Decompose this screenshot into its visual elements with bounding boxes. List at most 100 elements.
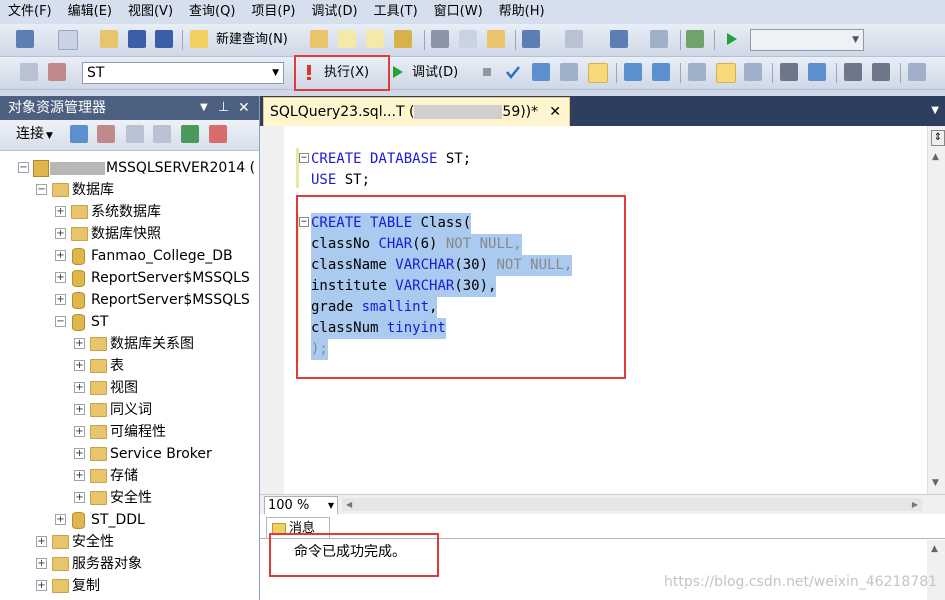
increase-indent-icon[interactable]	[872, 63, 890, 81]
parse-icon[interactable]	[504, 63, 522, 81]
scroll-up-icon[interactable]: ▲	[931, 544, 938, 554]
expand-icon[interactable]: +	[74, 382, 85, 393]
menu-query[interactable]: 查询(Q)	[181, 0, 243, 24]
cut-icon[interactable]	[431, 30, 449, 48]
auto-hide-pin-icon[interactable]: ⊥	[218, 96, 229, 120]
dmx-query-icon[interactable]	[366, 30, 384, 48]
expand-icon[interactable]: +	[74, 448, 85, 459]
cancel-execution-icon[interactable]	[478, 63, 496, 81]
menu-edit[interactable]: 编辑(E)	[60, 0, 120, 24]
tab-label: SQLQuery23.sql...T (59))*	[270, 98, 538, 126]
database-engine-query-icon[interactable]	[310, 30, 328, 48]
scroll-left-icon[interactable]: ◀	[346, 498, 352, 511]
scroll-up-icon[interactable]: ▲	[932, 152, 939, 162]
mdx-query-icon[interactable]	[338, 30, 356, 48]
undo-icon[interactable]	[522, 30, 540, 48]
tree-item-server[interactable]: − MSSQLSERVER2014 (	[0, 157, 259, 179]
expand-icon[interactable]: +	[36, 536, 47, 547]
activity-monitor-icon[interactable]	[209, 125, 227, 143]
scroll-down-icon[interactable]: ▼	[932, 478, 939, 488]
stop-icon[interactable]	[126, 125, 144, 143]
tab-sqlquery23[interactable]: SQLQuery23.sql...T (59))* ✕	[263, 97, 570, 127]
tree-item-database[interactable]: + ReportServer$MSSQLS	[0, 267, 255, 289]
close-icon[interactable]: ✕	[238, 96, 250, 120]
available-databases-select[interactable]: ST ▼	[82, 62, 284, 84]
uncomment-icon[interactable]	[808, 63, 826, 81]
specify-template-values-icon[interactable]	[908, 63, 926, 81]
collapse-icon[interactable]: −	[55, 316, 66, 327]
menu-view[interactable]: 视图(V)	[120, 0, 181, 24]
new-query-icon[interactable]	[190, 30, 208, 48]
connect-object-explorer-icon[interactable]	[70, 125, 88, 143]
pin-dropdown-icon[interactable]: ▼	[200, 96, 208, 120]
expand-icon[interactable]: +	[55, 294, 66, 305]
expand-icon[interactable]: +	[74, 338, 85, 349]
save-all-icon[interactable]	[155, 30, 173, 48]
disconnect-object-explorer-icon[interactable]	[97, 125, 115, 143]
expand-icon[interactable]: +	[74, 492, 85, 503]
expand-icon[interactable]: +	[74, 426, 85, 437]
filter-icon[interactable]	[153, 125, 171, 143]
results-to-file-icon[interactable]	[744, 63, 762, 81]
menu-project[interactable]: 项目(P)	[243, 0, 303, 24]
tab-list-dropdown-icon[interactable]: ▼	[931, 96, 939, 126]
expand-icon[interactable]: +	[55, 250, 66, 261]
tree-item-database[interactable]: + ReportServer$MSSQLS	[0, 289, 255, 311]
new-query-button[interactable]: 新建查询(N)	[216, 24, 288, 56]
expand-icon[interactable]: +	[74, 470, 85, 481]
xmla-query-icon[interactable]	[394, 30, 412, 48]
expand-icon[interactable]: +	[55, 228, 66, 239]
zoom-select[interactable]: 100 % ▼	[264, 496, 338, 515]
comment-out-icon[interactable]	[780, 63, 798, 81]
database-icon	[72, 292, 85, 309]
expand-icon[interactable]: +	[55, 514, 66, 525]
navigate-backward-icon[interactable]	[610, 30, 628, 48]
folder-icon	[90, 447, 107, 461]
navigate-forward-icon[interactable]	[650, 30, 668, 48]
code-line: − CREATE DATABASE ST;	[299, 149, 471, 170]
collapse-region-icon[interactable]: −	[299, 153, 309, 163]
debug-icon[interactable]	[388, 63, 406, 81]
collapse-icon[interactable]: −	[36, 184, 47, 195]
collapse-icon[interactable]: −	[18, 162, 29, 173]
save-icon[interactable]	[128, 30, 146, 48]
disconnect-icon[interactable]	[48, 63, 66, 81]
connect-dropdown-button[interactable]: 连接 ▼	[16, 120, 53, 150]
solution-config-select[interactable]: ▼	[750, 29, 864, 51]
expand-icon[interactable]: +	[55, 206, 66, 217]
results-to-grid-icon[interactable]	[716, 63, 736, 83]
include-statistics-icon[interactable]	[652, 63, 670, 81]
scroll-right-icon[interactable]: ▶	[912, 498, 918, 511]
activity-monitor-icon[interactable]	[686, 30, 704, 48]
start-debugging-icon[interactable]	[722, 30, 740, 48]
expand-icon[interactable]: +	[55, 272, 66, 283]
menu-file[interactable]: 文件(F)	[0, 0, 60, 24]
paste-icon[interactable]	[487, 30, 505, 48]
copy-icon[interactable]	[459, 30, 477, 48]
expand-icon[interactable]: +	[74, 360, 85, 371]
decrease-indent-icon[interactable]	[844, 63, 862, 81]
results-to-text-icon[interactable]	[688, 63, 706, 81]
expand-icon[interactable]: +	[36, 558, 47, 569]
menu-help[interactable]: 帮助(H)	[491, 0, 553, 24]
redo-icon[interactable]	[565, 30, 583, 48]
include-actual-plan-icon[interactable]	[624, 63, 642, 81]
display-estimated-plan-icon[interactable]	[532, 63, 550, 81]
expand-icon[interactable]: +	[36, 580, 47, 591]
expand-icon[interactable]: +	[74, 404, 85, 415]
menu-debug[interactable]: 调试(D)	[303, 0, 365, 24]
refresh-icon[interactable]	[181, 125, 199, 143]
new-project-icon[interactable]	[16, 30, 34, 48]
query-options-icon[interactable]	[560, 63, 578, 81]
close-tab-icon[interactable]: ✕	[549, 98, 561, 126]
split-icon[interactable]: ⇕	[931, 130, 945, 146]
add-item-icon[interactable]	[58, 30, 78, 50]
intellisense-icon[interactable]	[588, 63, 608, 83]
open-file-icon[interactable]	[100, 30, 118, 48]
horizontal-scrollbar[interactable]: ◀ ▶	[342, 498, 922, 511]
menu-tools[interactable]: 工具(T)	[366, 0, 426, 24]
connect-icon[interactable]	[20, 63, 38, 81]
debug-button[interactable]: 调试(D)	[412, 57, 458, 89]
menu-window[interactable]: 窗口(W)	[426, 0, 491, 24]
vertical-scrollbar[interactable]: ⇕ ▲ ▼	[927, 126, 945, 494]
